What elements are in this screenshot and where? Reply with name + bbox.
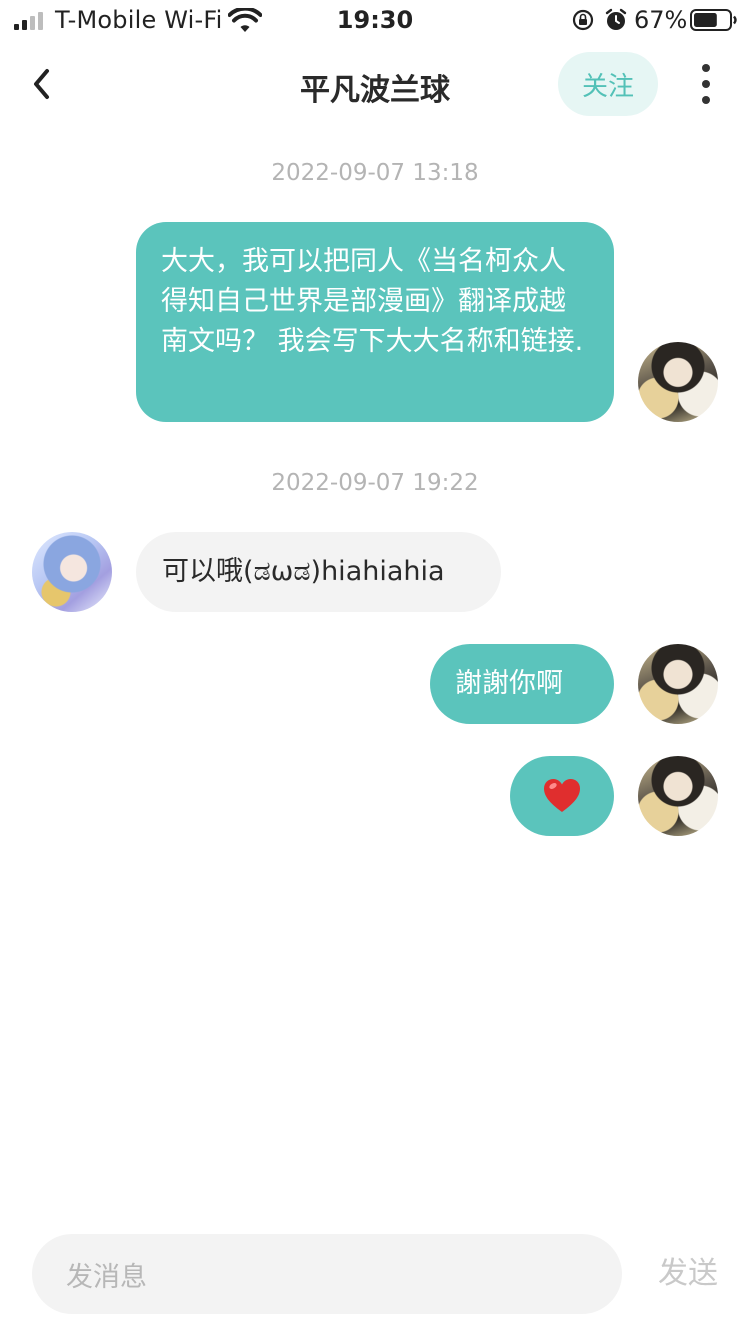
dot — [702, 64, 710, 72]
follow-button[interactable]: 关注 — [558, 52, 658, 116]
battery-percent: 67% — [634, 6, 688, 34]
dot — [702, 80, 710, 88]
outgoing-message-bubble[interactable]: 謝謝你啊 — [430, 644, 614, 724]
rotation-lock-icon — [572, 9, 594, 31]
outgoing-message-bubble[interactable]: 大大，我可以把同人《当名柯众人得知自己世界是部漫画》翻译成越南文吗？ 我会写下大… — [136, 222, 614, 422]
dot — [702, 96, 710, 104]
my-avatar[interactable] — [638, 756, 718, 836]
battery-icon — [690, 9, 737, 31]
my-avatar[interactable] — [638, 644, 718, 724]
status-bar: T-Mobile Wi-Fi 19:30 67% — [0, 0, 750, 40]
send-button[interactable]: 发送 — [658, 1248, 718, 1292]
outgoing-emoji-bubble[interactable] — [510, 756, 614, 836]
heart-icon — [544, 779, 580, 812]
more-options-button[interactable] — [690, 64, 722, 104]
incoming-message-bubble[interactable]: 可以哦(ಡωಡ)hiahiahia — [136, 532, 501, 612]
chat-header: 平凡波兰球 关注 — [0, 52, 750, 116]
contact-avatar[interactable] — [32, 532, 112, 612]
message-timestamp: 2022-09-07 13:18 — [271, 160, 479, 186]
message-input[interactable]: 发消息 — [32, 1234, 622, 1314]
alarm-icon — [605, 8, 627, 30]
my-avatar[interactable] — [638, 342, 718, 422]
message-timestamp: 2022-09-07 19:22 — [271, 470, 479, 496]
